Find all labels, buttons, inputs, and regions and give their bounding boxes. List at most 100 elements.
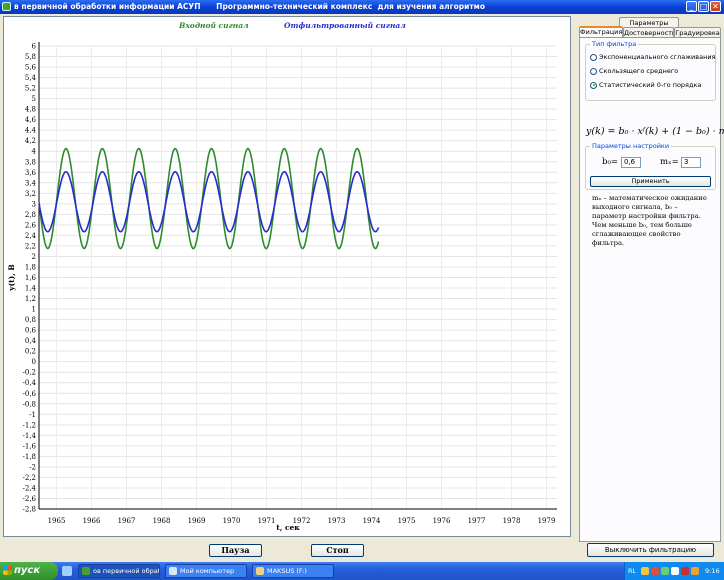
x-tick-label: 1975 bbox=[398, 517, 416, 525]
mx-label: mₓ= bbox=[660, 157, 679, 167]
tray-icon-1[interactable] bbox=[641, 567, 649, 575]
tray-icon-5[interactable] bbox=[681, 567, 689, 575]
pause-button[interactable]: Пауза bbox=[209, 544, 262, 557]
filter-description: mₓ – математическое ожидание выходного с… bbox=[592, 194, 707, 247]
radio-label: Экспоненциального сглаживания bbox=[599, 53, 716, 61]
x-tick-label: 1970 bbox=[223, 517, 241, 525]
radio-circle-icon bbox=[590, 67, 597, 75]
app-window: в первичной обработки информации АСУП Пр… bbox=[0, 0, 724, 580]
task-my-computer[interactable]: Мой компьютер bbox=[165, 564, 247, 578]
radio-exponential[interactable]: Экспоненциального сглаживания bbox=[590, 53, 715, 63]
y-tick-label: 5,6 bbox=[25, 64, 37, 72]
task-app[interactable]: ов первичной обраб... bbox=[78, 564, 160, 578]
start-button[interactable]: пуск bbox=[0, 562, 58, 580]
x-tick-label: 1974 bbox=[363, 517, 381, 525]
task-label: ов первичной обраб... bbox=[93, 567, 159, 575]
task-label: Мой компьютер bbox=[180, 567, 235, 575]
y-tick-label: 2,6 bbox=[25, 221, 37, 229]
y-tick-label: -2,2 bbox=[23, 474, 37, 482]
y-tick-label: 1,8 bbox=[25, 263, 36, 271]
y-tick-label: 2,2 bbox=[25, 242, 36, 250]
x-tick-label: 1968 bbox=[153, 517, 171, 525]
radio-label: Скользящего среднего bbox=[599, 67, 679, 75]
tray-icon-2[interactable] bbox=[651, 567, 659, 575]
radio-moving-average[interactable]: Скользящего среднего bbox=[590, 67, 678, 77]
y-tick-label: -2,4 bbox=[23, 484, 37, 492]
y-tick-label: 1 bbox=[32, 306, 36, 314]
y-tick-label: 5 bbox=[32, 95, 36, 103]
y-tick-label: -2,8 bbox=[23, 506, 37, 514]
y-tick-label: 5,2 bbox=[25, 85, 36, 93]
y-tick-label: -0,6 bbox=[23, 390, 37, 398]
apply-button[interactable]: Применить bbox=[590, 176, 711, 187]
tray-icon-6[interactable] bbox=[691, 567, 699, 575]
x-axis-label: t, сек bbox=[276, 523, 300, 532]
minimize-button[interactable]: _ bbox=[686, 1, 697, 12]
b0-label: b₀= bbox=[602, 157, 618, 167]
y-tick-label: 0 bbox=[32, 358, 36, 366]
mx-input[interactable]: 3 bbox=[681, 157, 701, 168]
y-tick-label: 1,2 bbox=[25, 295, 36, 303]
filter-type-title: Тип фильтра bbox=[590, 40, 639, 48]
system-tray: RL 9:16 bbox=[624, 562, 724, 580]
legend-filtered-signal: Отфильтрованный сигнал bbox=[284, 21, 406, 30]
y-tick-label: 3,6 bbox=[25, 169, 37, 177]
folder-icon bbox=[256, 567, 264, 575]
y-tick-label: -0,2 bbox=[23, 369, 37, 377]
radio-circle-icon bbox=[590, 53, 597, 61]
y-tick-label: -0,8 bbox=[23, 400, 37, 408]
filter-type-group: Тип фильтра Экспоненциального сглаживани… bbox=[585, 40, 716, 101]
radio-selected-icon bbox=[590, 81, 597, 89]
title-bar[interactable]: в первичной обработки информации АСУП Пр… bbox=[0, 0, 724, 14]
y-tick-label: 0,6 bbox=[25, 327, 37, 335]
y-tick-label: -1,4 bbox=[23, 432, 37, 440]
task-drive[interactable]: MAKSUS (F:) bbox=[252, 564, 334, 578]
x-tick-label: 1978 bbox=[503, 517, 521, 525]
taskbar: пуск ов первичной обраб... Мой компьютер… bbox=[0, 562, 724, 580]
y-tick-label: -1,8 bbox=[23, 453, 37, 461]
y-tick-label: -0,4 bbox=[23, 379, 37, 387]
windows-logo-icon bbox=[3, 566, 12, 575]
client-area: 6 5,8 5,6 5,4 5,2 5 4,8 4,6 4,4 4,2 4 3,8 3,6 3,4 3,2 3… bbox=[0, 14, 724, 562]
disable-filtering-button[interactable]: Выключить фильтрацию bbox=[587, 543, 714, 557]
language-indicator[interactable]: RL bbox=[628, 562, 636, 580]
close-button[interactable]: ✕ bbox=[710, 1, 721, 12]
y-tick-label: 4 bbox=[32, 148, 37, 156]
x-tick-label: 1967 bbox=[118, 517, 136, 525]
settings-panel: Параметры Фильтрация Достоверность Граду… bbox=[575, 16, 724, 561]
filter-formula: y(k) = b₀ · xᶠ(k) + (1 − b₀) · mₓ bbox=[586, 126, 724, 137]
b0-input[interactable]: 0,6 bbox=[621, 157, 641, 168]
tray-icon-3[interactable] bbox=[661, 567, 669, 575]
y-tick-label: -1,6 bbox=[23, 442, 37, 450]
y-tick-label: 5,8 bbox=[25, 53, 36, 61]
y-tick-label: -1 bbox=[29, 411, 36, 419]
y-tick-label: 3 bbox=[32, 200, 36, 208]
y-tick-label: 6 bbox=[32, 43, 37, 51]
y-tick-label: 2,8 bbox=[25, 211, 36, 219]
y-tick-label: -2,6 bbox=[23, 495, 37, 503]
y-tick-label: -1,2 bbox=[23, 421, 37, 429]
tray-icon-4[interactable] bbox=[671, 567, 679, 575]
y-axis-label: y(t), В bbox=[7, 264, 16, 291]
clock: 9:16 bbox=[705, 567, 720, 575]
x-tick-label: 1979 bbox=[538, 517, 556, 525]
window-title: в первичной обработки информации АСУП Пр… bbox=[14, 2, 485, 11]
y-tick-label: 2,4 bbox=[25, 232, 37, 240]
maximize-button[interactable]: □ bbox=[698, 1, 709, 12]
y-tick-label: 4,6 bbox=[25, 116, 37, 124]
x-tick-label: 1971 bbox=[258, 517, 276, 525]
y-tick-label: 3,4 bbox=[25, 179, 37, 187]
y-tick-label: 5,4 bbox=[25, 74, 37, 82]
radio-statistical[interactable]: Статистический 0-го порядка bbox=[590, 81, 701, 91]
radio-label: Статистический 0-го порядка bbox=[599, 81, 702, 89]
y-tick-label: 1,4 bbox=[25, 285, 37, 293]
y-tick-label: -2 bbox=[29, 463, 36, 471]
y-tick-label: 4,2 bbox=[25, 137, 36, 145]
computer-icon bbox=[169, 567, 177, 575]
chart-panel: 6 5,8 5,6 5,4 5,2 5 4,8 4,6 4,4 4,2 4 3,8 3,6 3,4 3,2 3… bbox=[3, 16, 571, 537]
x-tick-label: 1969 bbox=[188, 517, 206, 525]
quicklaunch-desktop-icon[interactable] bbox=[62, 566, 72, 576]
stop-button[interactable]: Стоп bbox=[311, 544, 364, 557]
start-label: пуск bbox=[14, 565, 41, 576]
y-tick-label: 0,2 bbox=[25, 348, 36, 356]
